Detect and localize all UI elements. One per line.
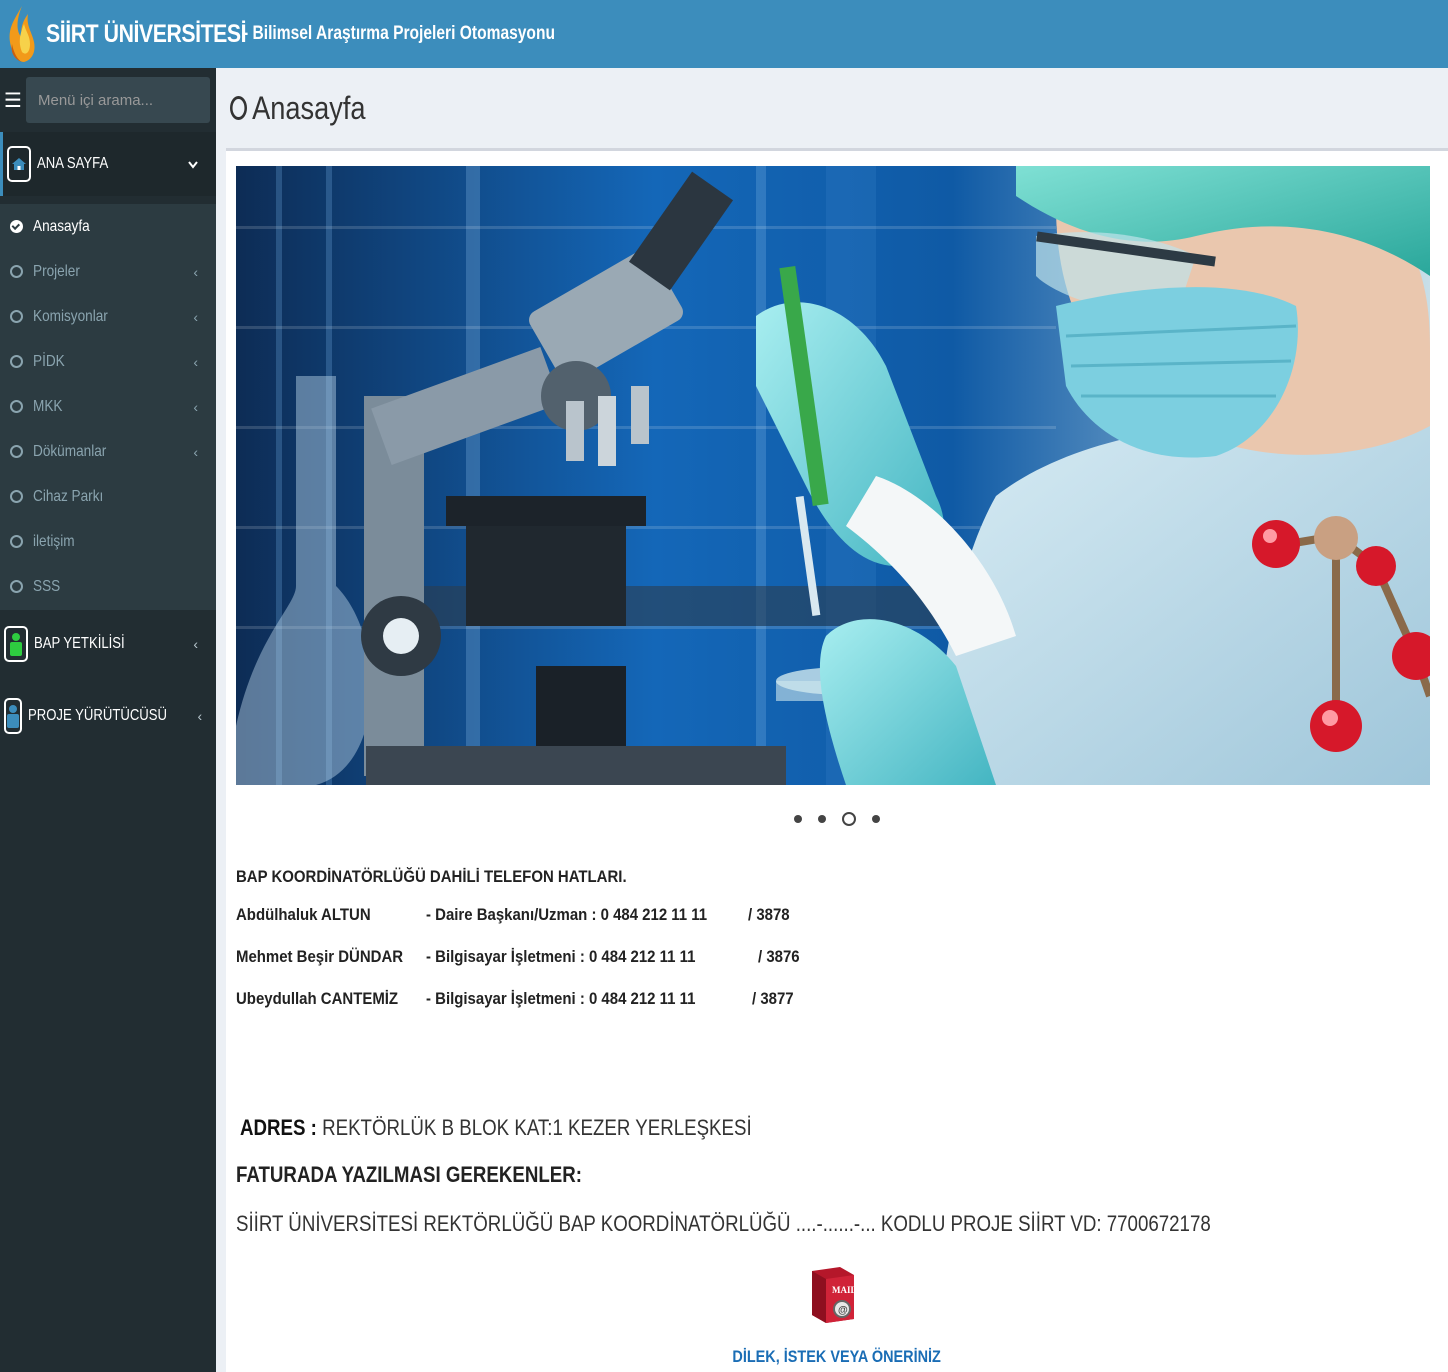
menu-section-label: PROJE YÜRÜTÜCÜSÜ [28,707,167,724]
sidebar-item-label: Anasayfa [33,217,90,235]
sidebar-item-sss[interactable]: SSS [0,564,216,609]
contact-role: - Bilgisayar İşletmeni : 0 484 212 11 11 [426,989,696,1008]
sidebar-item-label: Dökümanlar [33,442,107,460]
address-label: ADRES : [240,1115,317,1140]
sidebar: ☰ ANA SAYFA Anasayfa Projeler ‹ Kom [0,68,253,1372]
address-line: ADRES : REKTÖRLÜK B BLOK KAT:1 KEZER YER… [240,1115,752,1141]
brand-subtitle: - Bilimsel Araştırma Projeleri Otomasyon… [243,23,556,44]
contact-extension: / 3876 [758,947,800,966]
sidebar-item-label: PİDK [33,352,65,370]
phone-lines-section: BAP KOORDİNATÖRLÜĞÜ DAHİLİ TELEFON HATLA… [236,867,800,1019]
sidebar-item-iletisim[interactable]: iletişim [0,519,216,564]
circle-icon [10,265,23,278]
contact-row: Abdülhaluk ALTUN - Daire Başkanı/Uzman :… [236,893,790,935]
university-logo-icon[interactable] [4,4,40,64]
user-blue-icon [4,698,22,734]
carousel-dot[interactable] [818,815,826,823]
suggestion-link[interactable]: DİLEK, İSTEK VEYA ÖNERİNİZ [226,1347,1448,1367]
chevron-left-icon: ‹ [193,353,198,370]
contact-role: - Daire Başkanı/Uzman : 0 484 212 11 11 [426,905,708,924]
sidebar-item-label: SSS [33,577,61,595]
sidebar-item-anasayfa[interactable]: Anasayfa [0,204,216,249]
hamburger-menu-icon[interactable]: ☰ [0,76,26,124]
menu-section-label: BAP YETKİLİSİ [34,635,125,652]
carousel-dot[interactable] [872,815,880,823]
chevron-down-icon [188,156,198,172]
ana-sayfa-submenu: Anasayfa Projeler ‹ Komisyonlar ‹ PİDK ‹… [0,204,216,610]
sidebar-search-input[interactable] [38,91,237,109]
menu-section-proje-yurutucusu[interactable]: PROJE YÜRÜTÜCÜSÜ ‹ [0,684,216,748]
circle-icon [10,445,23,458]
menu-section-bap-yetkilisi[interactable]: BAP YETKİLİSİ ‹ [0,612,216,676]
contact-extension: / 3877 [752,989,794,1008]
sidebar-item-projeler[interactable]: Projeler ‹ [0,249,216,294]
contact-row: Mehmet Beşir DÜNDAR - Bilgisayar İşletme… [236,935,800,977]
invoice-title: FATURADA YAZILMASI GEREKENLER: [236,1162,582,1187]
content-header: Anasayfa [216,68,1448,148]
contact-name: Abdülhaluk ALTUN [236,905,371,924]
chevron-left-icon: ‹ [193,308,198,325]
chevron-left-icon: ‹ [193,398,198,415]
menu-section-label: ANA SAYFA [37,155,109,172]
content-box: BAP KOORDİNATÖRLÜĞÜ DAHİLİ TELEFON HATLA… [226,148,1448,1372]
contact-name: Mehmet Beşir DÜNDAR [236,947,404,966]
lab-scientist-image [236,166,1430,785]
circle-icon [10,535,23,548]
mail-folder-icon[interactable]: MAIL @ [810,1265,856,1323]
circle-icon [230,96,247,120]
chevron-left-icon: ‹ [193,636,198,652]
svg-text:@: @ [838,1305,848,1316]
sidebar-item-komisyonlar[interactable]: Komisyonlar ‹ [0,294,216,339]
contact-name: Ubeydullah CANTEMİZ [236,989,399,1008]
sidebar-item-label: Komisyonlar [33,307,108,325]
sidebar-search-row: ☰ [0,76,253,124]
page-title-text: Anasayfa [252,89,366,126]
sidebar-item-label: Cihaz Parkı [33,487,104,505]
phone-lines-title: BAP KOORDİNATÖRLÜĞÜ DAHİLİ TELEFON HATLA… [236,867,627,886]
circle-icon [10,400,23,413]
contact-role: - Bilgisayar İşletmeni : 0 484 212 11 11 [426,947,696,966]
carousel-indicators [226,811,1448,826]
contact-extension: / 3878 [748,905,790,924]
main-content: Anasayfa BAP KOORDİNATÖRLÜĞÜ DAHİLİ TELE… [216,68,1448,1372]
sidebar-item-label: Projeler [33,262,80,280]
page-title: Anasayfa [230,90,366,127]
menu-section-ana-sayfa[interactable]: ANA SAYFA [0,132,216,196]
carousel-dot-active[interactable] [842,812,856,826]
chevron-left-icon: ‹ [193,443,198,460]
circle-icon [10,490,23,503]
sidebar-search-box [26,77,253,123]
sidebar-item-pidk[interactable]: PİDK ‹ [0,339,216,384]
carousel-dot[interactable] [794,815,802,823]
image-carousel[interactable] [236,166,1430,785]
user-green-icon [4,626,28,662]
sidebar-item-label: iletişim [33,532,75,550]
mail-icon-text: MAIL [832,1285,856,1295]
chevron-left-icon: ‹ [193,263,198,280]
address-value: REKTÖRLÜK B BLOK KAT:1 KEZER YERLEŞKESİ [322,1115,752,1140]
sidebar-item-label: MKK [33,397,63,415]
chevron-left-icon: ‹ [197,708,203,724]
brand-title[interactable]: SİİRT ÜNİVERSİTESİ [46,20,247,49]
contact-row: Ubeydullah CANTEMİZ - Bilgisayar İşletme… [236,977,794,1019]
invoice-text: SİİRT ÜNİVERSİTESİ REKTÖRLÜĞÜ BAP KOORDİ… [236,1211,1211,1236]
home-icon [7,146,31,182]
sidebar-item-mkk[interactable]: MKK ‹ [0,384,216,429]
circle-icon [10,580,23,593]
top-header: SİİRT ÜNİVERSİTESİ - Bilimsel Araştırma … [0,0,1448,68]
sidebar-item-cihaz-parki[interactable]: Cihaz Parkı [0,474,216,519]
check-circle-icon [10,220,23,233]
suggestion-link-text[interactable]: DİLEK, İSTEK VEYA ÖNERİNİZ [733,1347,941,1367]
sidebar-item-dokumanlar[interactable]: Dökümanlar ‹ [0,429,216,474]
circle-icon [10,355,23,368]
circle-icon [10,310,23,323]
